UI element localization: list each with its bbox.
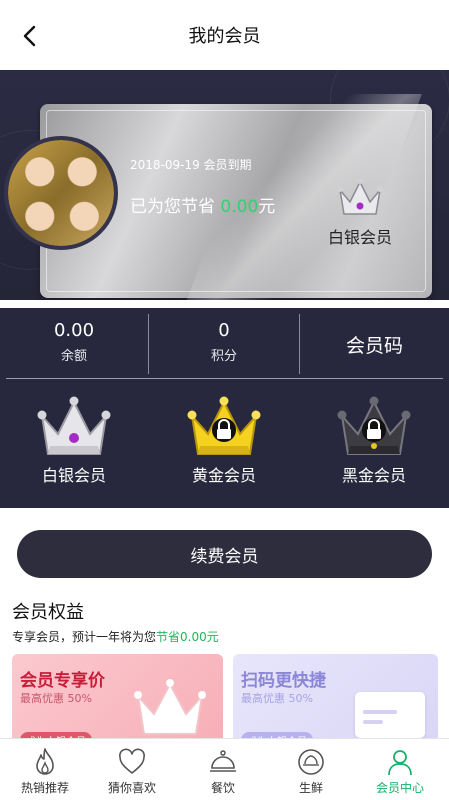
benefit-subtitle: 最高优惠 50% (20, 692, 92, 705)
silver-crown-icon (337, 178, 383, 215)
membership-levels: 白银会员 黄金会员 黑金会员 (0, 380, 449, 508)
level-name: 白银会员 (41, 466, 106, 485)
back-button[interactable] (16, 22, 44, 50)
balance-stat[interactable]: 0.00 余额 (0, 308, 148, 380)
user-icon (388, 750, 412, 776)
nav-bar: 我的会员 (0, 0, 449, 70)
points-value: 0 (218, 320, 230, 341)
renew-membership-button[interactable]: 续费会员 (17, 530, 432, 578)
black-crown-icon (337, 396, 411, 455)
balance-label: 余额 (60, 349, 87, 364)
benefits-title: 会员权益 (12, 602, 84, 623)
member-page: 我的会员 2018-09-19 会员到期 已为您节省 0.00元 白银会员 0.… (0, 0, 449, 800)
silver-crown-icon (37, 396, 111, 455)
benefits-highlight: 节省0.00元 (156, 630, 219, 644)
points-label: 积分 (210, 349, 237, 364)
tab-label: 餐饮 (210, 781, 235, 795)
benefit-card-fast-scan[interactable]: 扫码更快捷 最高优惠 50% 成为白银会员 (233, 654, 438, 749)
level-silver[interactable]: 白银会员 (14, 394, 134, 486)
tab-guess-you-like[interactable]: 猜你喜欢 (87, 739, 177, 800)
saved-prefix: 已为您节省 (130, 197, 215, 217)
avatar[interactable] (4, 136, 118, 250)
heart-icon (119, 748, 145, 774)
points-stat[interactable]: 0 积分 (149, 308, 299, 380)
benefit-subtitle: 最高优惠 50% (241, 692, 313, 705)
gold-crown-icon (187, 396, 261, 455)
tab-fresh-food[interactable]: 生鲜 (266, 739, 356, 800)
tab-hot-recommend[interactable]: 热销推荐 (0, 739, 90, 800)
tab-dining[interactable]: 餐饮 (178, 739, 268, 800)
level-name: 黑金会员 (341, 466, 406, 485)
stats-bar: 0.00 余额 0 积分 会员码 (0, 308, 449, 380)
balance-value: 0.00 (53, 320, 95, 341)
benefits-subtitle: 专享会员，预计一年将为您节省0.00元 (12, 630, 219, 644)
cloche-icon (210, 750, 236, 772)
tab-label: 猜你喜欢 (107, 781, 156, 795)
divider (6, 378, 443, 379)
tab-member-center[interactable]: 会员中心 (355, 739, 445, 800)
benefit-title: 会员专享价 (20, 671, 105, 691)
crown-icon (134, 679, 206, 735)
member-code-button[interactable]: 会员码 (300, 308, 449, 380)
card-icon (355, 692, 425, 738)
tab-label: 会员中心 (375, 781, 424, 795)
level-gold[interactable]: 黄金会员 (164, 394, 284, 486)
benefit-card-exclusive-price[interactable]: 会员专享价 最高优惠 50% 成为白银会员 (12, 654, 223, 749)
level-black-gold[interactable]: 黑金会员 (314, 394, 434, 486)
vegetable-bowl-icon (298, 749, 324, 775)
tab-label: 生鲜 (298, 781, 323, 795)
tab-label: 热销推荐 (20, 781, 69, 795)
bottom-tab-bar: 热销推荐 猜你喜欢 餐饮 生鲜 会员中心 (0, 738, 449, 800)
chevron-left-icon (23, 25, 36, 47)
saved-amount: 0.00 (220, 197, 259, 217)
level-name: 黄金会员 (191, 466, 256, 485)
flame-icon (36, 748, 54, 775)
benefit-title: 扫码更快捷 (241, 671, 326, 691)
card-level-name: 白银会员 (328, 228, 393, 247)
expire-date: 2018-09-19 会员到期 (130, 158, 252, 172)
saved-amount-line: 已为您节省 0.00元 (130, 192, 275, 217)
saved-unit: 元 (258, 197, 276, 217)
page-title: 我的会员 (188, 26, 261, 47)
